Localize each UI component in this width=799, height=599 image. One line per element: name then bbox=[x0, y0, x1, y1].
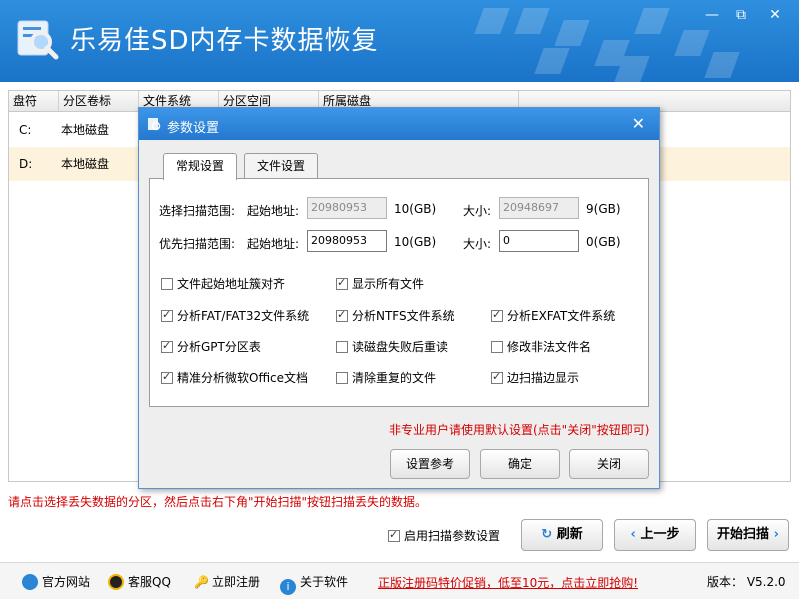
option-label: 精准分析微软Office文档 bbox=[177, 371, 309, 385]
qq-link[interactable]: 客服QQ bbox=[108, 573, 171, 590]
priority-range-label: 优先扫描范围: bbox=[159, 237, 236, 251]
priority-start-unit: 10(GB) bbox=[394, 235, 437, 249]
checkbox-icon[interactable] bbox=[491, 308, 503, 322]
option-label: 显示所有文件 bbox=[352, 277, 425, 291]
qq-label: 客服QQ bbox=[128, 575, 171, 589]
settings-icon bbox=[148, 118, 161, 131]
option-label: 分析EXFAT文件系统 bbox=[507, 309, 616, 323]
scan-size-input[interactable]: 20948697 bbox=[499, 197, 579, 219]
default-settings-warning: 非专业用户请使用默认设置(点击"关闭"按钮即可) bbox=[389, 423, 650, 437]
prev-button[interactable]: ‹ 上一步 bbox=[614, 519, 696, 551]
qq-icon bbox=[108, 574, 124, 590]
refresh-label: 刷新 bbox=[556, 527, 583, 542]
option-fix-filename[interactable]: 修改非法文件名 bbox=[491, 338, 591, 355]
scan-start-unit: 10(GB) bbox=[394, 202, 437, 216]
title-bar: 乐易佳SD内存卡数据恢复 — ⧉ ✕ bbox=[0, 0, 799, 82]
dialog-close-icon[interactable]: ✕ bbox=[632, 114, 645, 133]
instruction-hint: 请点击选择丢失数据的分区，然后点击右下角"开始扫描"按钮扫描丢失的数据。 bbox=[8, 495, 428, 509]
refresh-icon: ↻ bbox=[541, 527, 553, 542]
option-fat[interactable]: 分析FAT/FAT32文件系统 bbox=[161, 307, 309, 324]
version-text: 版本： V5.2.0 bbox=[707, 575, 786, 589]
scan-params-checkbox[interactable]: 启用扫描参数设置 bbox=[388, 527, 500, 544]
checkbox-icon[interactable] bbox=[491, 341, 503, 353]
checkbox-icon[interactable] bbox=[336, 276, 348, 290]
tab-general[interactable]: 常规设置 bbox=[163, 153, 238, 180]
option-label: 边扫描边显示 bbox=[507, 371, 580, 385]
label-cell: 本地磁盘 bbox=[61, 123, 110, 137]
option-label: 文件起始地址簇对齐 bbox=[177, 277, 286, 291]
refresh-button[interactable]: ↻ 刷新 bbox=[521, 519, 603, 551]
col-label[interactable]: 分区卷标 bbox=[59, 91, 139, 112]
close-button[interactable]: ✕ bbox=[760, 4, 790, 26]
checkbox-icon[interactable] bbox=[491, 370, 503, 384]
priority-start-input[interactable]: 20980953 bbox=[307, 230, 387, 252]
chevron-left-icon: ‹ bbox=[630, 527, 636, 542]
about-label: 关于软件 bbox=[300, 575, 349, 589]
scan-start-input[interactable]: 20980953 bbox=[307, 197, 387, 219]
dialog-title: 参数设置 bbox=[167, 121, 220, 136]
option-label: 修改非法文件名 bbox=[507, 340, 592, 354]
footer-bar: 官方网站 客服QQ 🔑 立即注册 i 关于软件 正版注册码特价促销，低至10元，点击… bbox=[0, 562, 799, 599]
size-label: 大小: bbox=[463, 204, 492, 218]
scan-range-label: 选择扫描范围: bbox=[159, 204, 236, 218]
start-address-label: 起始地址: bbox=[247, 237, 300, 251]
dialog-close-button[interactable]: 关闭 bbox=[569, 449, 649, 479]
option-office[interactable]: 精准分析微软Office文档 bbox=[161, 369, 308, 386]
promo-link[interactable]: 正版注册码特价促销，低至10元，点击立即抢购! bbox=[378, 574, 638, 591]
drive-cell: C: bbox=[19, 123, 32, 137]
option-label: 分析GPT分区表 bbox=[177, 340, 261, 354]
priority-size-unit: 0(GB) bbox=[586, 235, 621, 249]
option-reread[interactable]: 读磁盘失败后重读 bbox=[336, 338, 448, 355]
option-exfat[interactable]: 分析EXFAT文件系统 bbox=[491, 307, 615, 324]
option-show-while-scanning[interactable]: 边扫描边显示 bbox=[491, 369, 579, 386]
size-label: 大小: bbox=[463, 237, 492, 251]
start-scan-label: 开始扫描 bbox=[717, 527, 770, 542]
info-icon: i bbox=[280, 579, 296, 595]
checkbox-icon[interactable] bbox=[161, 278, 173, 290]
checkbox-icon[interactable] bbox=[161, 370, 173, 384]
settings-reference-button[interactable]: 设置参考 bbox=[390, 449, 470, 479]
option-ntfs[interactable]: 分析NTFS文件系统 bbox=[336, 307, 455, 324]
priority-size-input[interactable]: 0 bbox=[499, 230, 579, 252]
col-drive[interactable]: 盘符 bbox=[9, 91, 59, 112]
about-link[interactable]: i 关于软件 bbox=[280, 573, 348, 595]
checkbox-icon[interactable] bbox=[161, 308, 173, 322]
register-label: 立即注册 bbox=[211, 575, 260, 589]
option-cluster-align[interactable]: 文件起始地址簇对齐 bbox=[161, 275, 285, 292]
checkbox-icon[interactable] bbox=[388, 528, 400, 542]
checkbox-icon[interactable] bbox=[336, 372, 348, 384]
option-label: 读磁盘失败后重读 bbox=[352, 340, 449, 354]
option-label: 分析NTFS文件系统 bbox=[352, 309, 455, 323]
option-label: 清除重复的文件 bbox=[352, 371, 437, 385]
option-label: 分析FAT/FAT32文件系统 bbox=[177, 309, 310, 323]
checkbox-icon[interactable] bbox=[161, 339, 173, 353]
checkbox-icon[interactable] bbox=[336, 308, 348, 322]
official-site-link[interactable]: 官方网站 bbox=[22, 573, 90, 590]
chevron-right-icon: › bbox=[773, 527, 779, 542]
scan-size-unit: 9(GB) bbox=[586, 202, 621, 216]
prev-label: 上一步 bbox=[640, 527, 680, 542]
restore-button[interactable]: ⧉ bbox=[726, 4, 756, 26]
option-gpt[interactable]: 分析GPT分区表 bbox=[161, 338, 261, 355]
option-show-all-files[interactable]: 显示所有文件 bbox=[336, 275, 424, 292]
option-remove-duplicates[interactable]: 清除重复的文件 bbox=[336, 369, 436, 386]
official-site-label: 官方网站 bbox=[42, 575, 91, 589]
minimize-button[interactable]: — bbox=[697, 4, 727, 26]
tab-file[interactable]: 文件设置 bbox=[244, 153, 319, 179]
label-cell: 本地磁盘 bbox=[61, 157, 110, 171]
app-logo-icon bbox=[17, 20, 59, 60]
start-address-label: 起始地址: bbox=[247, 204, 300, 218]
settings-dialog: 参数设置 ✕ 常规设置 文件设置 选择扫描范围: 起始地址: 20980953 … bbox=[138, 107, 660, 489]
key-icon: 🔑 bbox=[194, 575, 209, 589]
app-title: 乐易佳SD内存卡数据恢复 bbox=[70, 26, 379, 56]
ie-icon bbox=[22, 574, 38, 590]
ok-button[interactable]: 确定 bbox=[480, 449, 560, 479]
register-link[interactable]: 🔑 立即注册 bbox=[194, 573, 260, 590]
start-scan-button[interactable]: 开始扫描 › bbox=[707, 519, 789, 551]
general-settings-panel: 选择扫描范围: 起始地址: 20980953 10(GB) 大小: 209486… bbox=[149, 178, 649, 407]
checkbox-icon[interactable] bbox=[336, 341, 348, 353]
dialog-title-bar: 参数设置 ✕ bbox=[139, 108, 659, 140]
scan-params-label: 启用扫描参数设置 bbox=[404, 529, 501, 543]
drive-cell: D: bbox=[19, 157, 33, 171]
